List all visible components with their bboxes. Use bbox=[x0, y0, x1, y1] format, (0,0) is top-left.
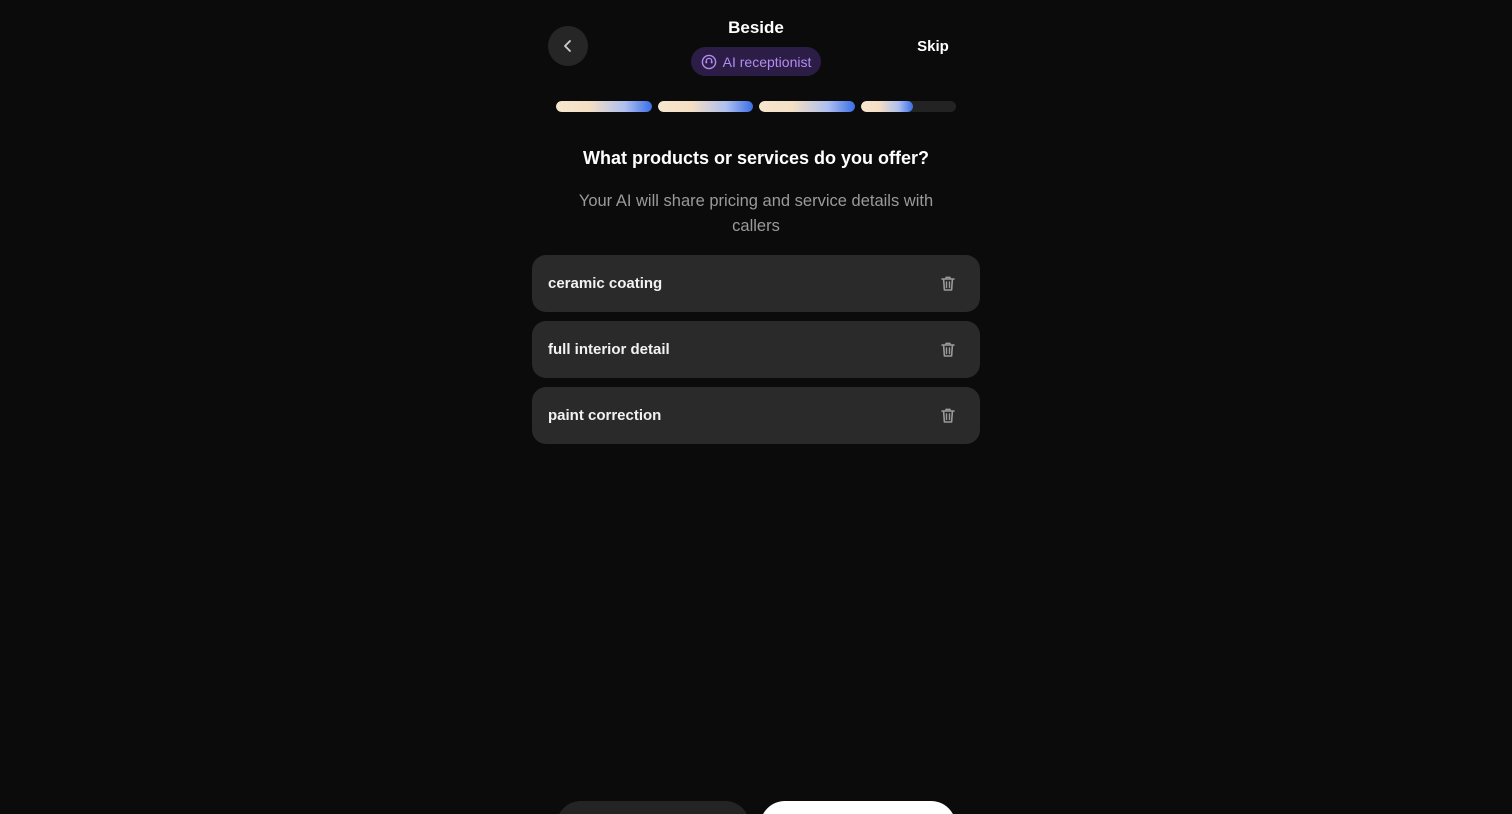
back-button[interactable] bbox=[548, 26, 588, 66]
ai-receptionist-badge: AI receptionist bbox=[691, 47, 821, 76]
progress-segment bbox=[759, 101, 855, 112]
progress-bar bbox=[556, 101, 956, 112]
service-item: paint correction bbox=[532, 387, 980, 444]
onboarding-screen: Beside AI receptionist Skip What product… bbox=[0, 0, 1512, 814]
service-item: full interior detail bbox=[532, 321, 980, 378]
progress-fill bbox=[860, 101, 914, 112]
question-title: What products or services do you offer? bbox=[582, 148, 930, 168]
secondary-action-button[interactable] bbox=[556, 801, 750, 814]
progress-segment bbox=[860, 101, 956, 112]
delete-service-button[interactable] bbox=[932, 400, 964, 432]
service-item-label: full interior detail bbox=[548, 341, 670, 358]
question-subtitle: Your AI will share pricing and service d… bbox=[578, 192, 934, 235]
ai-receptionist-icon bbox=[701, 54, 716, 69]
progress-segment bbox=[657, 101, 753, 112]
services-list: ceramic coating full interior detail pai… bbox=[532, 255, 980, 453]
primary-action-button[interactable] bbox=[760, 801, 956, 814]
progress-fill bbox=[556, 101, 652, 112]
progress-fill bbox=[657, 101, 753, 112]
app-title: Beside bbox=[728, 18, 784, 37]
progress-fill bbox=[759, 101, 855, 112]
trash-icon bbox=[941, 408, 955, 423]
service-item-label: paint correction bbox=[548, 407, 662, 424]
progress-segment bbox=[556, 101, 652, 112]
delete-service-button[interactable] bbox=[932, 268, 964, 300]
service-item: ceramic coating bbox=[532, 255, 980, 312]
badge-label: AI receptionist bbox=[722, 53, 812, 70]
delete-service-button[interactable] bbox=[932, 334, 964, 366]
service-item-label: ceramic coating bbox=[548, 275, 663, 292]
trash-icon bbox=[941, 276, 955, 291]
skip-button[interactable]: Skip bbox=[904, 36, 962, 58]
chevron-left-icon bbox=[564, 40, 571, 52]
trash-icon bbox=[941, 342, 955, 357]
